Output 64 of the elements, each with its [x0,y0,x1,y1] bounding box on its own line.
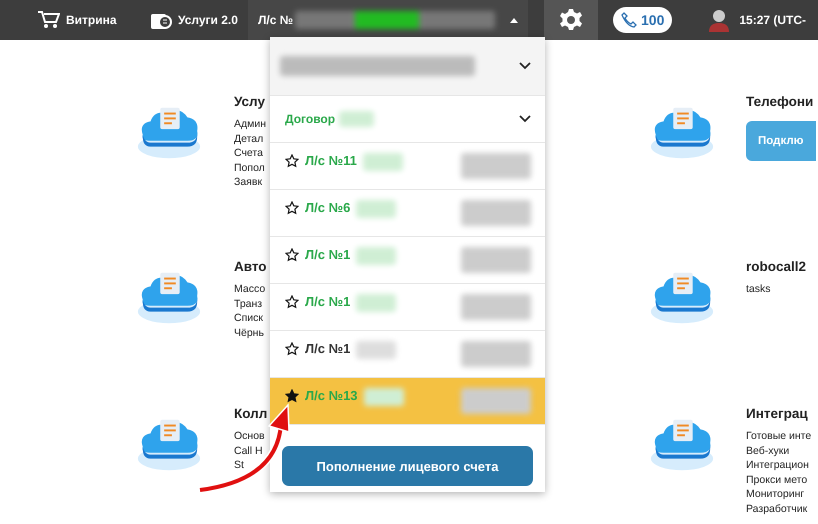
chevron-down-icon[interactable] [519,115,531,123]
service-link[interactable]: Попол [234,160,266,175]
blurred-text [356,247,396,265]
account-number: Л/с №6 [305,200,350,215]
service-link[interactable]: Call H [234,444,268,458]
service-link[interactable]: Готовые инте [746,429,812,444]
star-icon[interactable] [285,154,299,168]
service-link[interactable]: St [234,458,268,472]
settings-icon [559,8,583,32]
account-row[interactable]: Л/с №1 [270,331,545,378]
top-up-button[interactable]: Пополнение лицевого счета [282,446,533,486]
blurred-text [461,247,531,273]
blurred-text [461,388,531,414]
blurred-text [362,153,403,171]
service-link[interactable]: Разработчик [746,502,812,516]
service-link[interactable]: Заявк [234,175,266,190]
service-link[interactable]: Мониторинг [746,487,812,502]
service-link[interactable]: Массо [234,282,267,296]
blurred-text [339,111,374,127]
account-number: Л/с №1 [305,341,350,356]
service-link[interactable]: Интеграцион [746,458,812,472]
blurred-text [461,341,531,367]
avatar-icon[interactable] [709,8,730,32]
service-title: Услу [234,94,266,109]
star-icon[interactable] [285,248,299,262]
blurred-text [356,294,396,312]
service-link[interactable]: Детал [234,132,266,146]
blurred-text [356,200,396,218]
service-title: Интеграц [746,406,809,421]
account-number: Л/с №11 [305,153,357,168]
service-title: Колл [234,406,268,421]
service-link[interactable]: Админ [234,117,266,132]
service-link[interactable]: Списк [234,311,267,326]
blurred-text [356,341,396,359]
service-link[interactable]: Прокси мето [746,472,812,487]
service-link[interactable]: Веб-хуки [746,444,812,458]
star-icon[interactable] [285,295,299,309]
service-title: Телефони [746,94,814,109]
blurred-text [461,153,531,179]
service-link[interactable]: tasks [746,282,806,296]
nav-link[interactable]: Услуги 2.0 [150,10,248,30]
service-title: Авто [234,259,267,274]
service-title: robocall2 [746,259,806,274]
cart-icon [38,11,60,29]
nav-link[interactable]: Витрина [38,11,128,29]
clock-text: 15:27 (UTC- [739,13,806,27]
star-icon[interactable] [285,389,299,403]
service-link[interactable]: Чёрнь [234,326,267,340]
blurred-text [364,388,404,406]
account-number: Л/с №1 [305,294,350,309]
calls-badge[interactable]: 100 [613,7,672,33]
account-number: Л/с №1 [305,247,350,262]
blurred-text [461,294,531,320]
star-icon[interactable] [285,342,299,356]
blurred-text [461,200,531,226]
chevron-down-icon[interactable] [519,62,531,70]
phone-icon [621,12,637,28]
account-number: Л/с №13 [305,388,358,403]
service-link[interactable]: Транз [234,296,267,311]
service-link[interactable]: Счета [234,146,266,160]
account-selector[interactable]: Л/с № [248,0,528,40]
settings-button[interactable] [544,0,598,40]
star-icon[interactable] [285,201,299,215]
service-link[interactable]: Основ [234,429,268,444]
